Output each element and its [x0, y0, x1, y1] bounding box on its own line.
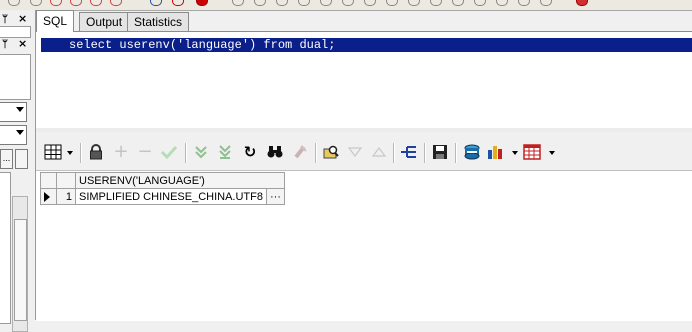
toolbar-separator	[80, 143, 82, 163]
sql-editor[interactable]: select userenv('language') from dual;	[36, 31, 692, 129]
row-number: 1	[56, 188, 76, 205]
toolbar-button-clipped[interactable]	[576, 0, 588, 6]
find-icon[interactable]	[264, 141, 286, 163]
post-changes-icon[interactable]	[158, 141, 180, 163]
toolbar-button-clipped[interactable]	[276, 0, 288, 6]
save-icon[interactable]	[429, 141, 451, 163]
object-type-dropdown[interactable]	[0, 102, 27, 122]
delete-record-icon[interactable]: −	[134, 141, 156, 163]
filter-button[interactable]	[15, 149, 28, 169]
toolbar-button-clipped[interactable]	[90, 0, 102, 6]
toolbar-separator	[455, 143, 457, 163]
refresh-icon[interactable]: ↻	[239, 141, 261, 163]
toolbar-button-clipped[interactable]	[452, 0, 464, 6]
toolbar-button-clipped[interactable]	[540, 0, 552, 6]
tab-statistics[interactable]: Statistics	[127, 12, 190, 31]
toolbar-button-clipped[interactable]	[364, 0, 376, 6]
query-by-example-icon[interactable]	[320, 141, 342, 163]
scrollbar-thumb[interactable]	[14, 219, 27, 321]
caret-right-icon	[44, 191, 50, 202]
toolbar-button-clipped[interactable]	[518, 0, 530, 6]
toolbar-button-clipped[interactable]	[30, 0, 42, 6]
toolbar-button-clipped[interactable]	[342, 0, 354, 6]
sql-text-selected[interactable]: select userenv('language') from dual;	[41, 38, 692, 52]
toolbar-button-clipped[interactable]	[8, 0, 20, 6]
lock-icon[interactable]	[85, 141, 107, 163]
pin-icon[interactable]: ᛘ	[2, 14, 8, 25]
sort-down-icon[interactable]	[344, 141, 366, 163]
toolbar-button-clipped[interactable]	[430, 0, 442, 6]
toolbar-button-clipped[interactable]	[254, 0, 266, 6]
left-dock-panel: ᛘ × ᛘ × ...	[0, 10, 36, 332]
export-icon[interactable]	[461, 141, 483, 163]
toolbar-button-clipped[interactable]	[298, 0, 310, 6]
toolbar-separator	[393, 143, 395, 163]
toolbar-separator	[315, 143, 317, 163]
tab-sql[interactable]: SQL	[36, 10, 75, 32]
fetch-last-icon[interactable]	[214, 141, 236, 163]
toolbar-button-clipped[interactable]	[408, 0, 420, 6]
editor-results-splitter[interactable]	[36, 128, 692, 132]
toolbar-button-clipped[interactable]	[196, 0, 208, 6]
column-header[interactable]: USERENV('LANGUAGE')	[75, 172, 285, 189]
row-number-header	[56, 172, 76, 189]
toolbar-button-clipped[interactable]	[150, 0, 162, 6]
pin-icon[interactable]: ᛘ	[2, 39, 8, 50]
chevron-down-icon	[16, 130, 24, 135]
browse-button[interactable]: ...	[0, 149, 13, 169]
object-list[interactable]	[0, 172, 11, 324]
panel-content-area	[0, 54, 31, 100]
schema-dropdown[interactable]	[0, 125, 27, 145]
clear-record-icon[interactable]	[289, 141, 311, 163]
chevron-down-icon[interactable]	[549, 151, 555, 155]
toolbar-button-clipped[interactable]	[496, 0, 508, 6]
results-table: USERENV('LANGUAGE') 1 SIMPLIFIED CHINESE…	[40, 172, 285, 205]
toolbar-separator	[185, 143, 187, 163]
sort-up-icon[interactable]	[368, 141, 390, 163]
results-grid[interactable]: USERENV('LANGUAGE') 1 SIMPLIFIED CHINESE…	[36, 170, 692, 321]
toolbar-button-clipped[interactable]	[474, 0, 486, 6]
chevron-down-icon	[16, 107, 24, 112]
cell-ellipsis-button[interactable]: ···	[265, 188, 285, 205]
table-header-row: USERENV('LANGUAGE')	[40, 172, 285, 189]
close-icon[interactable]: ×	[18, 12, 27, 25]
tab-output[interactable]: Output	[79, 12, 130, 31]
table-row[interactable]: 1 SIMPLIFIED CHINESE_CHINA.UTF8 ···	[40, 188, 285, 205]
table-cell[interactable]: SIMPLIFIED CHINESE_CHINA.UTF8	[75, 188, 267, 205]
table-icon[interactable]	[521, 141, 543, 163]
chart-icon[interactable]	[485, 141, 507, 163]
tree-icon[interactable]	[398, 141, 420, 163]
vertical-scrollbar[interactable]	[12, 196, 28, 332]
fetch-next-icon[interactable]	[190, 141, 212, 163]
toolbar-button-clipped[interactable]	[50, 0, 62, 6]
main-toolbar-strip	[0, 0, 692, 11]
current-row-indicator	[40, 188, 57, 205]
toolbar-button-clipped[interactable]	[70, 0, 82, 6]
grid-view-icon[interactable]	[42, 141, 64, 163]
chevron-down-icon[interactable]	[512, 151, 518, 155]
add-record-icon[interactable]: +	[110, 141, 132, 163]
chevron-down-icon[interactable]	[67, 151, 73, 155]
row-indicator-header	[40, 172, 57, 189]
close-icon[interactable]: ×	[18, 37, 27, 50]
toolbar-button-clipped[interactable]	[232, 0, 244, 6]
toolbar-separator	[424, 143, 426, 163]
toolbar-button-clipped[interactable]	[320, 0, 332, 6]
results-toolbar: + − ↻	[36, 136, 692, 170]
toolbar-button-clipped[interactable]	[386, 0, 398, 6]
toolbar-button-clipped[interactable]	[110, 0, 122, 6]
toolbar-button-clipped[interactable]	[172, 0, 184, 6]
